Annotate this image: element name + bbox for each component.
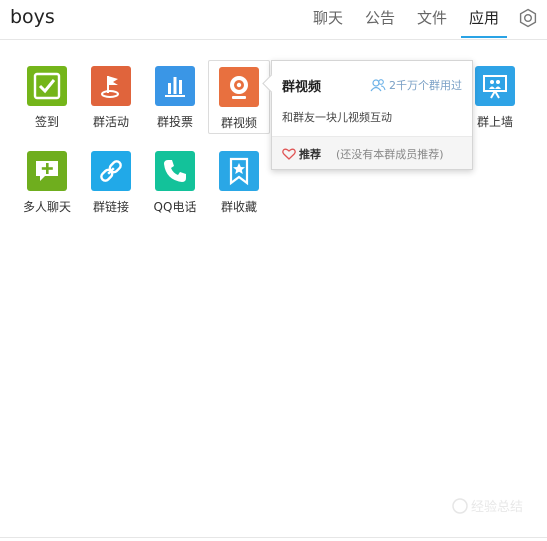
gear-icon[interactable] xyxy=(518,8,538,28)
watermark: 经验总结 xyxy=(452,496,523,515)
bottom-divider xyxy=(0,537,547,538)
chat-plus-icon xyxy=(27,151,67,191)
watermark-text: 经验总结 xyxy=(470,500,523,515)
bar-chart-icon xyxy=(155,66,195,106)
app-label: 群收藏 xyxy=(220,200,257,214)
app-label: 群活动 xyxy=(92,115,129,129)
app-group-activity[interactable]: 群活动 xyxy=(80,58,142,129)
usage-count-text: 2千万个群用过 xyxy=(389,79,462,92)
popup-description: 和群友一块儿视频互动 xyxy=(282,111,392,124)
bookmark-star-icon xyxy=(219,151,259,191)
app-detail-popup: 群视频 2千万个群用过 和群友一块儿视频互动 推荐 (还没有本群成员推荐) xyxy=(262,60,473,170)
app-label: 签到 xyxy=(34,115,59,129)
recommend-button[interactable]: 推荐 xyxy=(282,146,321,162)
app-label: 群投票 xyxy=(156,115,193,129)
tab-announcement[interactable]: 公告 xyxy=(357,0,403,36)
heart-icon xyxy=(282,148,296,160)
app-checkin[interactable]: 签到 xyxy=(16,58,78,129)
app-label: 群链接 xyxy=(92,200,129,214)
users-icon xyxy=(370,79,386,92)
header-bar: boys 聊天 公告 文件 应用 xyxy=(0,0,547,40)
app-label: QQ电话 xyxy=(153,200,197,214)
flag-icon xyxy=(91,66,131,106)
tab-chat[interactable]: 聊天 xyxy=(305,0,351,36)
recommend-note: (还没有本群成员推荐) xyxy=(336,148,444,161)
group-name-title: boys xyxy=(10,6,55,28)
app-group-video[interactable]: 群视频 xyxy=(208,60,270,134)
app-qq-phone[interactable]: QQ电话 xyxy=(144,143,206,214)
popup-footer: 推荐 (还没有本群成员推荐) xyxy=(272,136,472,169)
recommend-label: 推荐 xyxy=(299,148,321,161)
app-group-favorites[interactable]: 群收藏 xyxy=(208,143,270,214)
usage-count: 2千万个群用过 xyxy=(370,77,462,93)
app-multi-chat[interactable]: 多人聊天 xyxy=(16,143,78,214)
app-group-wall[interactable]: 群上墙 xyxy=(464,58,526,129)
tab-bar: 聊天 公告 文件 应用 xyxy=(299,0,507,39)
phone-icon xyxy=(155,151,195,191)
watermark-logo-icon xyxy=(452,497,468,514)
presentation-icon xyxy=(475,66,515,106)
webcam-icon xyxy=(219,67,259,107)
tab-files[interactable]: 文件 xyxy=(409,0,455,36)
tab-apps[interactable]: 应用 xyxy=(460,0,507,38)
checkbox-icon xyxy=(27,66,67,106)
app-label: 多人聊天 xyxy=(22,200,71,214)
link-icon xyxy=(91,151,131,191)
app-label: 群视频 xyxy=(220,116,257,130)
popup-title: 群视频 xyxy=(282,80,322,95)
app-group-vote[interactable]: 群投票 xyxy=(144,58,206,129)
app-label: 群上墙 xyxy=(476,115,513,129)
app-group-link[interactable]: 群链接 xyxy=(80,143,142,214)
